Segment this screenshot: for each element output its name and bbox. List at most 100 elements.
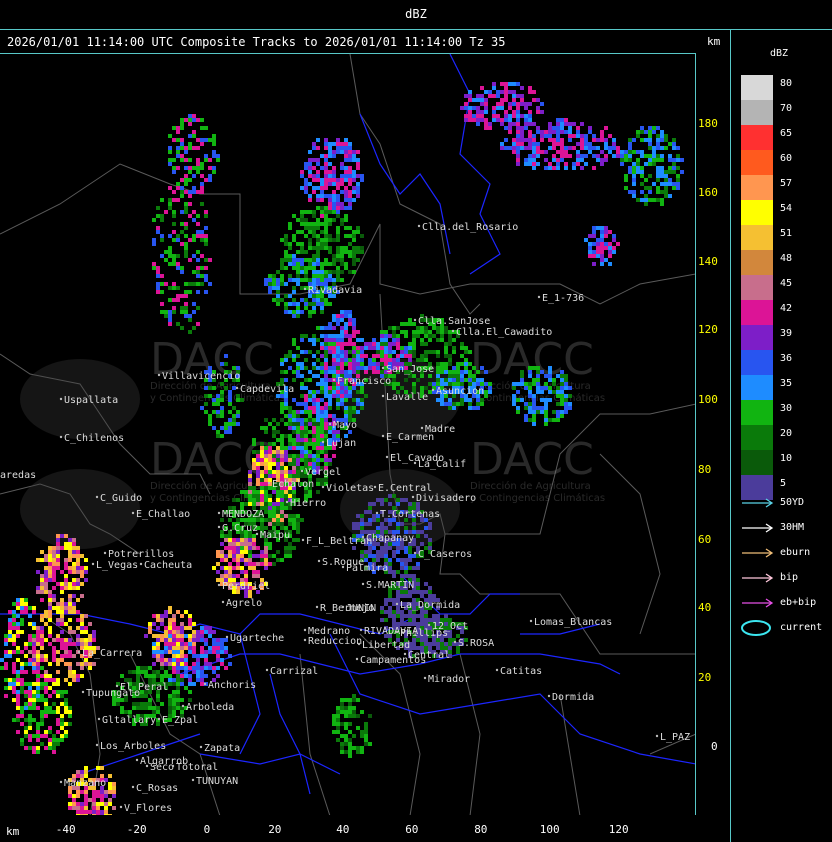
echo-pixel [660, 146, 664, 150]
echo-pixel [312, 146, 316, 150]
echo-pixel [404, 546, 408, 550]
echo-pixel [596, 146, 600, 150]
echo-pixel [276, 450, 280, 454]
echo-pixel [200, 630, 204, 634]
echo-pixel [448, 334, 452, 338]
echo-pixel [644, 154, 648, 158]
echo-pixel [284, 310, 288, 314]
echo-pixel [356, 162, 360, 166]
echo-pixel [408, 618, 412, 622]
echo-pixel [320, 406, 324, 410]
echo-pixel [508, 90, 512, 94]
echo-pixel [288, 462, 292, 466]
echo-pixel [528, 390, 532, 394]
echo-pixel [424, 334, 428, 338]
echo-pixel [540, 102, 544, 106]
echo-pixel [344, 370, 348, 374]
echo-pixel [464, 106, 468, 110]
echo-pixel [212, 642, 216, 646]
echo-pixel [556, 386, 560, 390]
echo-pixel [660, 190, 664, 194]
echo-pixel [312, 174, 316, 178]
echo-pixel [364, 370, 368, 374]
echo-pixel [216, 646, 220, 650]
echo-pixel [308, 262, 312, 266]
echo-pixel [648, 126, 652, 130]
echo-pixel [324, 170, 328, 174]
echo-pixel [488, 386, 492, 390]
echo-pixel [312, 374, 316, 378]
echo-pixel [300, 386, 304, 390]
echo-pixel [336, 258, 340, 262]
echo-pixel [304, 422, 308, 426]
echo-pixel [528, 154, 532, 158]
echo-pixel [212, 566, 216, 570]
echo-pixel [540, 150, 544, 154]
echo-pixel [520, 382, 524, 386]
echo-pixel [664, 182, 668, 186]
echo-pixel [520, 94, 524, 98]
echo-pixel [456, 402, 460, 406]
echo-pixel [500, 82, 504, 86]
echo-pixel [284, 422, 288, 426]
echo-pixel [224, 638, 228, 642]
echo-pixel [316, 414, 320, 418]
echo-pixel [424, 358, 428, 362]
echo-pixel [336, 278, 340, 282]
echo-pixel [600, 250, 604, 254]
echo-pixel [328, 142, 332, 146]
echo-pixel [424, 582, 428, 586]
echo-pixel [216, 550, 220, 554]
echo-pixel [400, 594, 404, 598]
echo-pixel [548, 166, 552, 170]
echo-pixel [632, 170, 636, 174]
echo-pixel [216, 642, 220, 646]
echo-pixel [380, 354, 384, 358]
echo-pixel [324, 338, 328, 342]
echo-pixel [528, 158, 532, 162]
echo-pixel [220, 534, 224, 538]
echo-pixel [424, 534, 428, 538]
echo-pixel [332, 254, 336, 258]
echo-pixel [368, 518, 372, 522]
echo-pixel [328, 430, 332, 434]
echo-pixel [416, 614, 420, 618]
echo-pixel [216, 570, 220, 574]
echo-pixel [452, 374, 456, 378]
echo-pixel [416, 334, 420, 338]
echo-pixel [324, 194, 328, 198]
echo-pixel [288, 470, 292, 474]
echo-pixel [284, 446, 288, 450]
echo-pixel [248, 490, 252, 494]
echo-pixel [268, 514, 272, 518]
echo-pixel [376, 558, 380, 562]
echo-pixel [324, 218, 328, 222]
echo-pixel [204, 674, 208, 678]
echo-pixel [316, 274, 320, 278]
echo-pixel [272, 490, 276, 494]
echo-pixel [264, 486, 268, 490]
echo-pixel [272, 470, 276, 474]
echo-pixel [452, 338, 456, 342]
echo-pixel [308, 226, 312, 230]
echo-pixel [244, 562, 248, 566]
echo-pixel [372, 366, 376, 370]
radar-map[interactable]: DACC DACC DACC DACC Dirección de Agricul… [0, 53, 696, 815]
echo-pixel [340, 182, 344, 186]
echo-pixel [304, 270, 308, 274]
echo-pixel [552, 146, 556, 150]
echo-pixel [300, 454, 304, 458]
echo-pixel [292, 414, 296, 418]
echo-pixel [204, 666, 208, 670]
echo-pixel [292, 358, 296, 362]
echo-pixel [232, 546, 236, 550]
echo-pixel [300, 374, 304, 378]
echo-pixel [536, 154, 540, 158]
echo-pixel [296, 230, 300, 234]
echo-pixel [284, 506, 288, 510]
echo-pixel [192, 650, 196, 654]
echo-pixel [316, 442, 320, 446]
echo-pixel [216, 658, 220, 662]
echo-pixel [420, 542, 424, 546]
echo-pixel [612, 146, 616, 150]
